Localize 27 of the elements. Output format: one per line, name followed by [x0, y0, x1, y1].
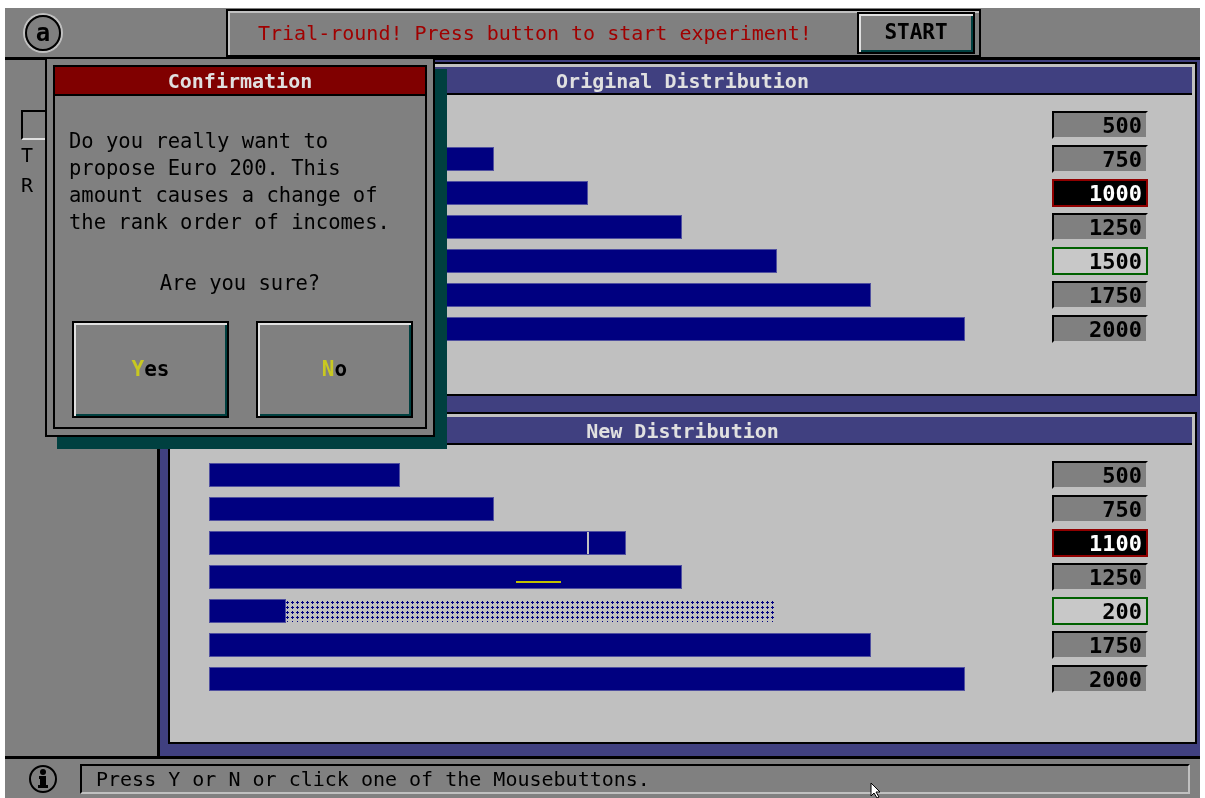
dialog-message: Do you really want to propose Euro 200. This amount causes a change of the rank order of incomes.	[69, 128, 390, 236]
start-button[interactable]: START	[857, 11, 975, 54]
income-value: 750	[1052, 145, 1148, 173]
income-value: 1250	[1052, 213, 1148, 241]
income-value: 1500	[1052, 247, 1148, 275]
income-value: 2000	[1052, 315, 1148, 343]
income-value: 1750	[1052, 631, 1148, 659]
income-value: 1000	[1052, 179, 1148, 207]
side-label: R	[21, 172, 34, 199]
info-icon	[28, 763, 58, 794]
income-value: 200	[1052, 597, 1148, 625]
side-label: T	[21, 142, 34, 169]
trial-message: Trial-round! Press button to start experiment!	[258, 19, 813, 47]
income-value: 1750	[1052, 281, 1148, 309]
app-logo: a	[25, 14, 61, 51]
income-value: 1100	[1052, 529, 1148, 557]
income-bar	[444, 148, 493, 170]
dialog-question: Are you sure?	[159, 271, 321, 295]
income-value: 500	[1052, 111, 1148, 139]
income-value: 1250	[1052, 563, 1148, 591]
dialog-button[interactable]: Yes	[72, 320, 229, 418]
status-message: Press Y or N or click one of the Mousebuttons.	[80, 763, 1190, 794]
income-value: 750	[1052, 495, 1148, 523]
dialog-title: Confirmation	[55, 67, 425, 96]
income-value: 500	[1052, 461, 1148, 489]
income-value: 2000	[1052, 665, 1148, 693]
dialog-button[interactable]: No	[256, 320, 413, 418]
